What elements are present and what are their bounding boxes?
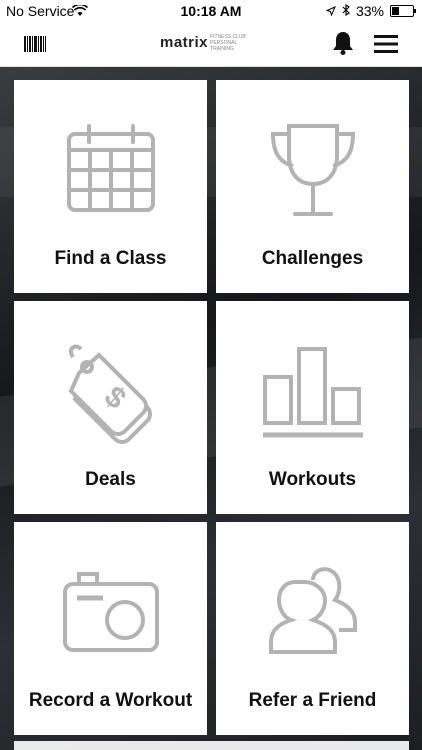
users-icon <box>216 564 409 660</box>
logo-wordmark: matrix <box>159 34 209 52</box>
camera-icon <box>14 564 207 656</box>
tile-label: Deals <box>85 469 136 490</box>
hamburger-menu-icon[interactable] <box>374 34 398 59</box>
tile-record-a-workout[interactable]: Record a Workout <box>14 522 207 735</box>
bluetooth-icon <box>342 3 350 19</box>
bar-chart-icon <box>216 343 409 443</box>
tile-deals[interactable]: $ Deals <box>14 301 207 514</box>
logo-tagline: FITNESS CLUB PERSONAL TRAINING <box>210 34 246 52</box>
next-tile-row-edge <box>14 741 409 750</box>
notification-bell-icon[interactable] <box>332 30 354 61</box>
battery-level <box>392 7 399 15</box>
trophy-icon <box>216 122 409 222</box>
tile-label: Refer a Friend <box>248 690 377 711</box>
tile-label: Find a Class <box>54 248 167 269</box>
tile-label: Challenges <box>261 248 364 269</box>
app-logo: matrix FITNESS CLUB PERSONAL TRAINING <box>0 34 422 52</box>
tile-workouts[interactable]: Workouts <box>216 301 409 514</box>
calendar-icon <box>14 122 207 214</box>
tile-label: Record a Workout <box>28 690 193 711</box>
tile-label: Workouts <box>268 469 357 490</box>
location-arrow-icon <box>325 3 336 19</box>
tile-challenges[interactable]: Challenges <box>216 80 409 293</box>
tile-find-a-class[interactable]: Find a Class <box>14 80 207 293</box>
battery-percent: 33% <box>355 3 384 19</box>
nav-bar: matrix FITNESS CLUB PERSONAL TRAINING <box>0 22 422 67</box>
battery-icon <box>390 5 416 17</box>
tile-refer-a-friend[interactable]: Refer a Friend <box>216 522 409 735</box>
status-bar: No Service 10:18 AM 33% <box>0 0 422 22</box>
price-tag-icon: $ <box>14 343 207 447</box>
